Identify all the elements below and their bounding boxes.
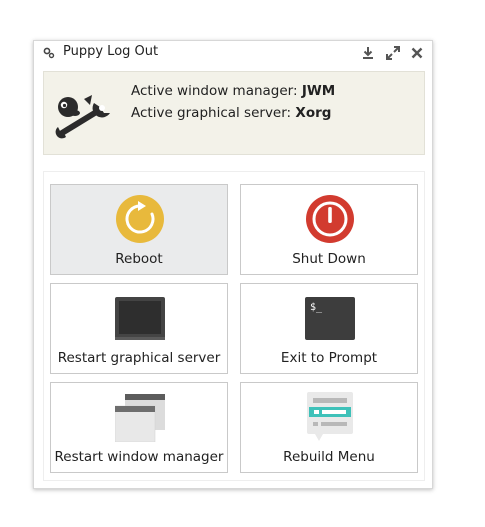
- power-icon: [306, 195, 354, 243]
- download-arrow-icon: [363, 47, 373, 59]
- shut-down-label: Shut Down: [292, 251, 366, 267]
- logout-window: Puppy Log Out Active window manager: JWM…: [33, 40, 433, 489]
- restart-window-manager-label: Restart window manager: [54, 449, 224, 465]
- minimize-button[interactable]: [360, 45, 376, 61]
- graphical-server-line: Active graphical server: Xorg: [131, 105, 331, 121]
- action-grid: Reboot Shut Down Restart graphical serve…: [43, 171, 425, 481]
- windows-icon: [115, 394, 165, 442]
- expand-arrows-icon: [386, 46, 400, 60]
- window-manager-line: Active window manager: JWM: [131, 83, 335, 99]
- server-label: Active graphical server:: [131, 105, 292, 121]
- server-value: Xorg: [295, 105, 332, 121]
- maximize-button[interactable]: [385, 45, 401, 61]
- wm-value: JWM: [301, 83, 336, 99]
- rebuild-menu-button[interactable]: Rebuild Menu: [240, 382, 418, 473]
- title-bar[interactable]: Puppy Log Out: [34, 41, 432, 65]
- reboot-label: Reboot: [115, 251, 163, 267]
- puppy-wrench-logo-icon: [55, 95, 110, 139]
- monitor-icon: [115, 297, 165, 340]
- menu-icon: [307, 392, 353, 441]
- restart-graphical-server-button[interactable]: Restart graphical server: [50, 283, 228, 374]
- exit-to-prompt-button[interactable]: $_ Exit to Prompt: [240, 283, 418, 374]
- close-x-icon: [411, 47, 423, 59]
- reboot-button[interactable]: Reboot: [50, 184, 228, 275]
- info-panel: Active window manager: JWM Active graphi…: [43, 71, 425, 155]
- restart-window-manager-button[interactable]: Restart window manager: [50, 382, 228, 473]
- exit-to-prompt-label: Exit to Prompt: [280, 350, 378, 366]
- reboot-icon: [116, 195, 164, 243]
- terminal-prompt-text: $_: [310, 302, 323, 313]
- app-gear-icon: [43, 47, 55, 59]
- window-title: Puppy Log Out: [63, 44, 159, 59]
- wm-label: Active window manager:: [131, 83, 298, 99]
- shut-down-button[interactable]: Shut Down: [240, 184, 418, 275]
- terminal-icon: $_: [305, 297, 355, 340]
- restart-graphical-server-label: Restart graphical server: [57, 350, 221, 366]
- rebuild-menu-label: Rebuild Menu: [283, 449, 375, 465]
- close-button[interactable]: [409, 45, 425, 61]
